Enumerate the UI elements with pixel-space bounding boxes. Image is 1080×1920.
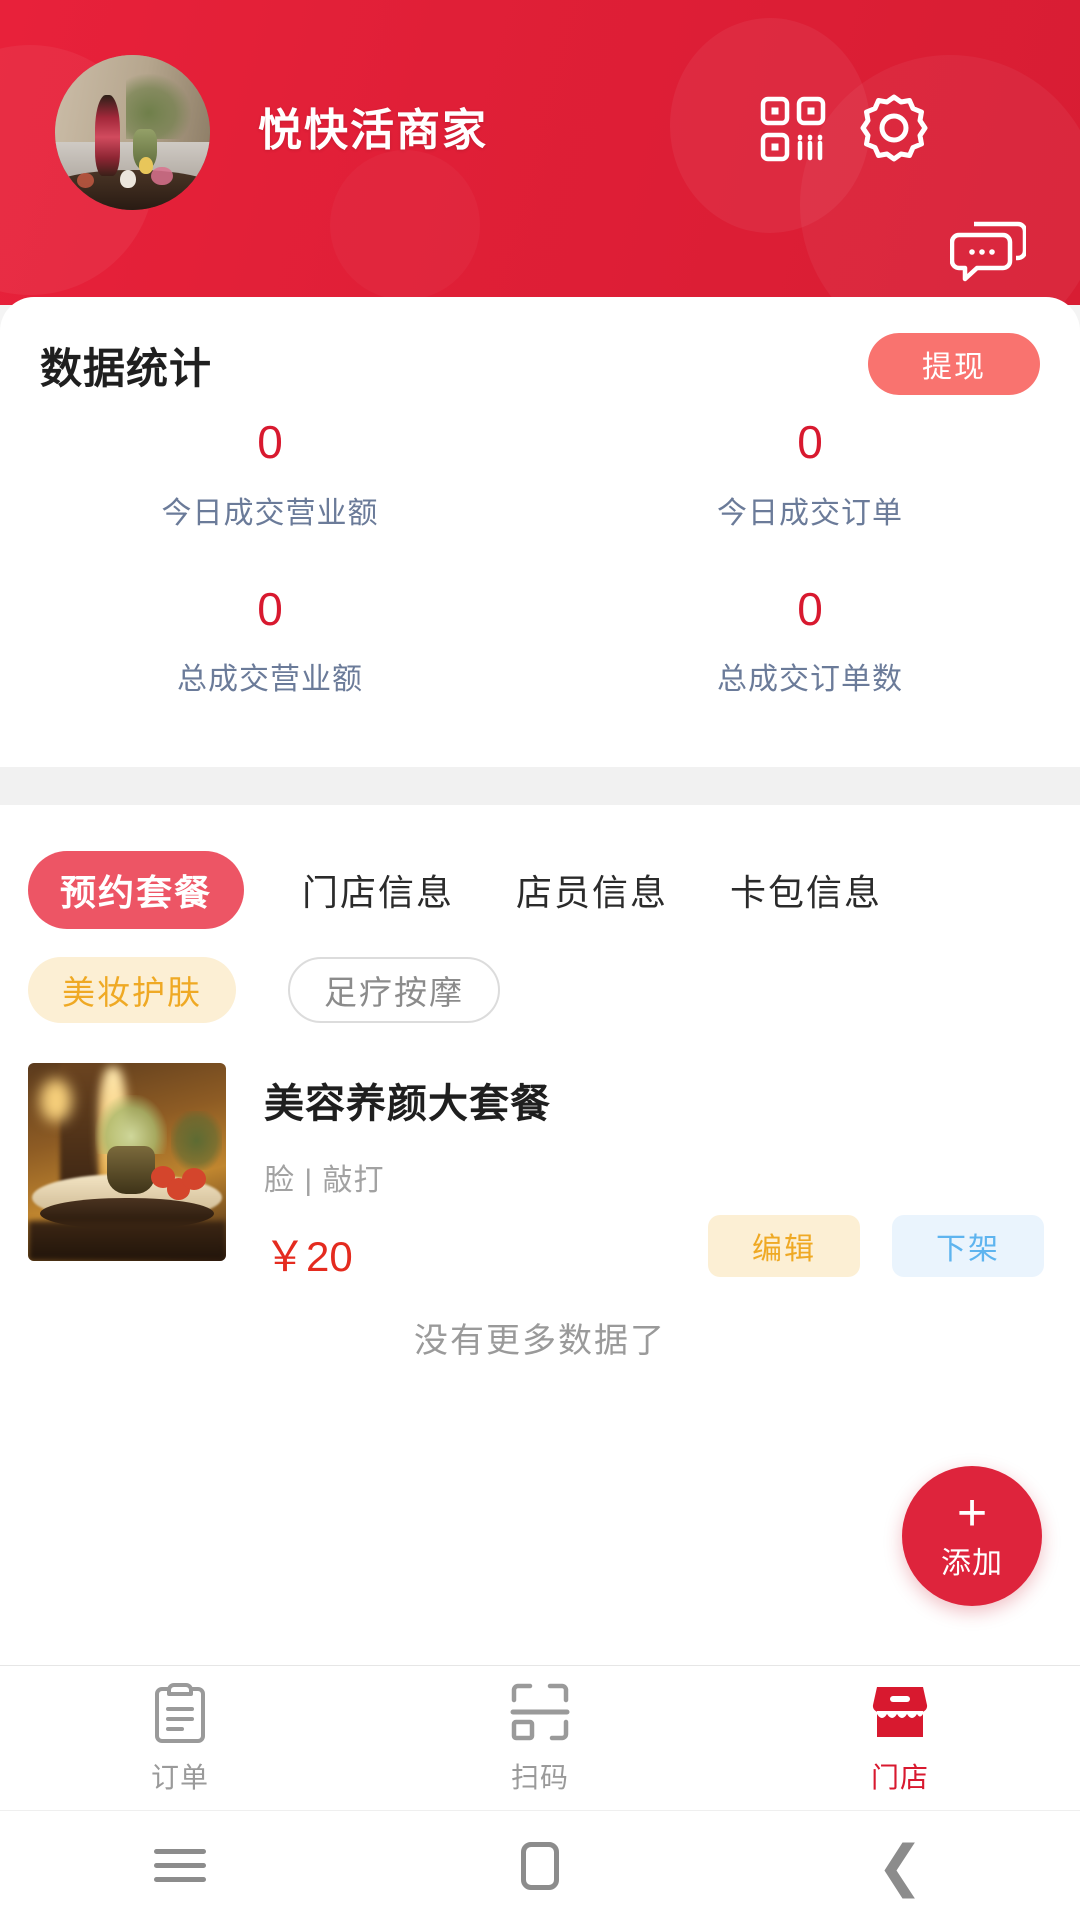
add-button[interactable]: + 添加: [902, 1466, 1042, 1606]
category-chip-beauty[interactable]: 美妆护肤: [28, 957, 236, 1023]
tab-bar: 预约套餐 门店信息 店员信息 卡包信息: [0, 845, 1080, 935]
avatar[interactable]: [55, 55, 210, 210]
chat-bubbles-icon[interactable]: [949, 218, 1028, 282]
edit-button[interactable]: 编辑: [708, 1215, 860, 1277]
off-shelf-button[interactable]: 下架: [892, 1215, 1044, 1277]
tab-booking-packages[interactable]: 预约套餐: [28, 851, 244, 929]
stat-value: 0: [797, 416, 823, 468]
stats-grid: 0 今日成交营业额 0 今日成交订单 0 总成交营业额 0 总成交订单数: [0, 417, 1080, 698]
decorative-blob: [330, 150, 480, 300]
app-screen: 悦快活商家 数据统计 提现 0 今日成交营业额 0 今日成交订单 0 总成交营业…: [0, 0, 1080, 1920]
stat-label: 今日成交订单: [717, 496, 903, 530]
stat-label: 总成交订单数: [717, 663, 903, 697]
gear-icon[interactable]: [858, 92, 930, 164]
list-footer-text: 没有更多数据了: [414, 1322, 666, 1360]
home-icon[interactable]: [360, 1811, 720, 1920]
system-navigation-bar: ❮: [0, 1810, 1080, 1920]
nav-item-store[interactable]: 门店: [720, 1666, 1080, 1810]
stats-card: 数据统计 提现 0 今日成交营业额 0 今日成交订单 0 总成交营业额 0 总成…: [0, 297, 1080, 767]
recents-icon[interactable]: [0, 1811, 360, 1920]
product-name: 美容养颜大套餐: [264, 1082, 551, 1126]
back-icon[interactable]: ❮: [720, 1811, 1080, 1920]
stat-value: 0: [257, 416, 283, 468]
nav-label: 门店: [870, 1762, 929, 1793]
qr-code-icon[interactable]: [760, 96, 826, 162]
category-chip-footmassage[interactable]: 足疗按摩: [288, 957, 500, 1023]
tab-store-info[interactable]: 门店信息: [302, 864, 454, 916]
tab-staff-info[interactable]: 店员信息: [516, 864, 668, 916]
bottom-navigation: 订单 扫码 门店: [0, 1665, 1080, 1810]
stat-value: 0: [797, 582, 823, 635]
category-chip-row: 美妆护肤 足疗按摩: [28, 957, 500, 1023]
stat-label: 总成交营业额: [177, 663, 363, 697]
stat-value: 0: [257, 582, 283, 635]
stat-item-total-orders: 0 总成交订单数: [540, 582, 1080, 699]
store-icon: [869, 1680, 931, 1744]
stats-header: 数据统计: [40, 335, 212, 396]
stat-label: 今日成交营业额: [161, 496, 379, 530]
stat-item-total-revenue: 0 总成交营业额: [0, 582, 540, 699]
stat-item-today-orders: 0 今日成交订单: [540, 417, 1080, 532]
nav-item-scan[interactable]: 扫码: [360, 1666, 720, 1810]
app-header: 悦快活商家: [0, 0, 1080, 305]
add-button-label: 添加: [941, 1547, 1003, 1581]
back-glyph: ❮: [876, 1833, 924, 1897]
product-price: ￥20: [264, 1233, 353, 1280]
stats-title: 数据统计: [40, 345, 213, 392]
stat-item-today-revenue: 0 今日成交营业额: [0, 417, 540, 532]
nav-label: 订单: [150, 1762, 209, 1793]
nav-label: 扫码: [510, 1762, 569, 1793]
section-divider: [0, 767, 1080, 805]
clipboard-icon: [154, 1680, 206, 1744]
nav-item-orders[interactable]: 订单: [0, 1666, 360, 1810]
product-thumbnail[interactable]: [28, 1063, 226, 1261]
withdraw-button[interactable]: 提现: [868, 333, 1040, 395]
tab-card-info[interactable]: 卡包信息: [730, 864, 882, 916]
product-subtitle: 脸 | 敲打: [264, 1164, 385, 1197]
page-title: 悦快活商家: [258, 106, 488, 155]
product-actions: 编辑 下架: [708, 1215, 1044, 1277]
product-list-item[interactable]: 美容养颜大套餐 脸 | 敲打 ￥20 编辑 下架: [0, 1063, 1080, 1280]
scan-icon: [510, 1680, 570, 1744]
plus-icon: +: [956, 1483, 988, 1542]
